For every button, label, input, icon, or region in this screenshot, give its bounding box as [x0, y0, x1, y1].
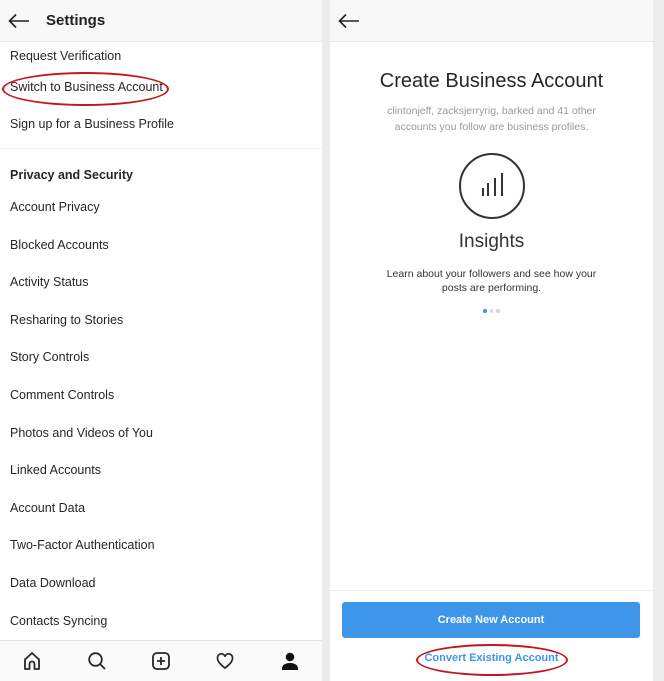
- settings-item-story-controls[interactable]: Story Controls: [0, 343, 322, 381]
- pager-dot[interactable]: [496, 309, 500, 313]
- settings-list: Request Verification Switch to Business …: [0, 42, 322, 644]
- section-divider: [0, 148, 322, 161]
- pager-dots: [330, 309, 653, 313]
- convert-existing-account-label: Convert Existing Account: [424, 652, 559, 664]
- search-icon: [87, 652, 106, 670]
- person-icon: [281, 652, 298, 670]
- divider: [330, 590, 653, 591]
- pager-dot[interactable]: [483, 309, 487, 313]
- feature-title: Insights: [458, 231, 525, 252]
- settings-item-comment-controls[interactable]: Comment Controls: [0, 381, 322, 419]
- settings-item-label: Switch to Business Account: [10, 80, 163, 94]
- tab-search[interactable]: [85, 649, 109, 673]
- bar-chart-icon: [481, 173, 503, 196]
- settings-item-account-data[interactable]: Account Data: [0, 494, 322, 532]
- bottom-tab-bar: [0, 640, 322, 681]
- settings-item-contacts-syncing[interactable]: Contacts Syncing: [0, 607, 322, 645]
- home-icon: [24, 652, 41, 670]
- arrow-left-icon[interactable]: [8, 13, 30, 29]
- settings-item-linked-accounts[interactable]: Linked Accounts: [0, 456, 322, 494]
- settings-item-request-verification[interactable]: Request Verification: [0, 42, 322, 72]
- settings-item-activity-status[interactable]: Activity Status: [0, 268, 322, 306]
- settings-item-account-privacy[interactable]: Account Privacy: [0, 193, 322, 231]
- settings-item-photos-videos[interactable]: Photos and Videos of You: [0, 419, 322, 457]
- tab-activity[interactable]: [213, 649, 237, 673]
- settings-screen: Settings Request Verification Switch to …: [0, 0, 322, 681]
- business-header: [330, 0, 653, 42]
- settings-header: Settings: [0, 0, 322, 42]
- settings-item-switch-to-business-account[interactable]: Switch to Business Account: [0, 72, 322, 110]
- settings-item-data-download[interactable]: Data Download: [0, 569, 322, 607]
- insights-feature-badge: [458, 153, 525, 219]
- heart-icon: [217, 652, 234, 669]
- tab-home[interactable]: [20, 649, 44, 673]
- settings-item-resharing-to-stories[interactable]: Resharing to Stories: [0, 306, 322, 344]
- followed-business-note: clintonjeff, zacksjerryrig, barked and 4…: [387, 105, 596, 133]
- settings-item-blocked-accounts[interactable]: Blocked Accounts: [0, 231, 322, 269]
- settings-item-business-profile[interactable]: Sign up for a Business Profile: [0, 110, 322, 144]
- page-title: Settings: [46, 12, 106, 29]
- arrow-left-icon[interactable]: [338, 13, 360, 29]
- section-heading-privacy: Privacy and Security: [10, 168, 133, 182]
- business-account-screen: Create Business Account clintonjeff, zac…: [330, 0, 653, 681]
- settings-item-two-factor[interactable]: Two-Factor Authentication: [0, 531, 322, 569]
- tab-profile[interactable]: [278, 649, 302, 673]
- screen-title: Create Business Account: [379, 70, 604, 92]
- convert-existing-account-link[interactable]: Convert Existing Account: [330, 652, 653, 664]
- pager-dot[interactable]: [489, 309, 494, 313]
- feature-description: Learn about your followers and see how y…: [386, 268, 597, 294]
- create-new-account-button[interactable]: Create New Account: [342, 602, 640, 638]
- tab-new-post[interactable]: [149, 649, 173, 673]
- business-content: Create Business Account clintonjeff, zac…: [330, 42, 653, 313]
- plus-square-icon: [152, 652, 170, 670]
